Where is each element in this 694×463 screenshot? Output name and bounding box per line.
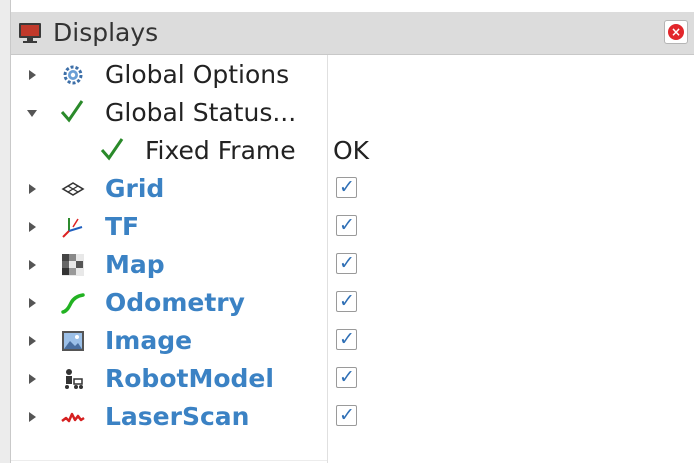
gear-icon (61, 63, 85, 87)
map-icon (61, 253, 85, 277)
displays-panel: Displays × Global Options Global Status.… (11, 0, 694, 463)
expand-arrow-icon[interactable] (29, 412, 36, 422)
checkmark-icon (59, 98, 84, 123)
tree-bottom-edge (11, 460, 327, 461)
tree-row-global-options[interactable]: Global Options (11, 56, 694, 94)
tf-axes-icon (61, 215, 85, 239)
tree-row-fixed-frame[interactable]: Fixed Frame OK (11, 132, 694, 170)
left-border (0, 0, 11, 463)
tree-label-tf: TF (105, 212, 140, 241)
panel-title: Displays (53, 18, 159, 47)
checkbox-check-icon: ✓ (339, 328, 355, 350)
expand-arrow-icon[interactable] (29, 222, 36, 232)
odometry-icon (61, 291, 85, 315)
image-enabled-checkbox[interactable]: ✓ (336, 328, 357, 350)
checkbox-check-icon: ✓ (339, 366, 355, 388)
grid-enabled-checkbox[interactable]: ✓ (336, 176, 357, 198)
image-icon (61, 329, 85, 353)
robot-model-icon (61, 367, 85, 391)
collapse-arrow-icon[interactable] (27, 110, 37, 117)
tree-row-robotmodel[interactable]: RobotModel ✓ (11, 360, 694, 398)
map-enabled-checkbox[interactable]: ✓ (336, 252, 357, 274)
tree-row-odometry[interactable]: Odometry ✓ (11, 284, 694, 322)
tree-row-laserscan[interactable]: LaserScan ✓ (11, 398, 694, 436)
grid-icon (61, 177, 85, 201)
tree-row-map[interactable]: Map ✓ (11, 246, 694, 284)
tf-enabled-checkbox[interactable]: ✓ (336, 214, 357, 236)
tree-row-global-status[interactable]: Global Status... (11, 94, 694, 132)
checkbox-check-icon: ✓ (339, 214, 355, 236)
checkbox-check-icon: ✓ (339, 290, 355, 312)
checkbox-check-icon: ✓ (339, 252, 355, 274)
expand-arrow-icon[interactable] (29, 374, 36, 384)
tree-label-image: Image (105, 326, 193, 355)
tree-label-map: Map (105, 250, 165, 279)
fixed-frame-value: OK (333, 136, 370, 165)
close-icon: × (668, 24, 684, 40)
tree-label-grid: Grid (105, 174, 165, 203)
expand-arrow-icon[interactable] (29, 70, 36, 80)
checkbox-check-icon: ✓ (339, 404, 355, 426)
tree-label-robotmodel: RobotModel (105, 364, 274, 393)
odometry-enabled-checkbox[interactable]: ✓ (336, 290, 357, 312)
checkmark-icon (99, 136, 124, 161)
tree-row-image[interactable]: Image ✓ (11, 322, 694, 360)
tree-row-grid[interactable]: Grid ✓ (11, 170, 694, 208)
expand-arrow-icon[interactable] (29, 336, 36, 346)
expand-arrow-icon[interactable] (29, 184, 36, 194)
robotmodel-enabled-checkbox[interactable]: ✓ (336, 366, 357, 388)
tree-label-global-options: Global Options (105, 60, 290, 89)
checkbox-check-icon: ✓ (339, 176, 355, 198)
tree-label-fixed-frame: Fixed Frame (145, 136, 296, 165)
panel-titlebar[interactable]: Displays × (11, 12, 694, 55)
monitor-icon (17, 20, 43, 46)
close-button[interactable]: × (664, 20, 688, 44)
laser-scan-icon (61, 405, 85, 429)
tree-row-tf[interactable]: TF ✓ (11, 208, 694, 246)
tree-label-global-status: Global Status... (105, 98, 297, 127)
tree-label-odometry: Odometry (105, 288, 245, 317)
laserscan-enabled-checkbox[interactable]: ✓ (336, 404, 357, 426)
tree-label-laserscan: LaserScan (105, 402, 250, 431)
expand-arrow-icon[interactable] (29, 260, 36, 270)
expand-arrow-icon[interactable] (29, 298, 36, 308)
